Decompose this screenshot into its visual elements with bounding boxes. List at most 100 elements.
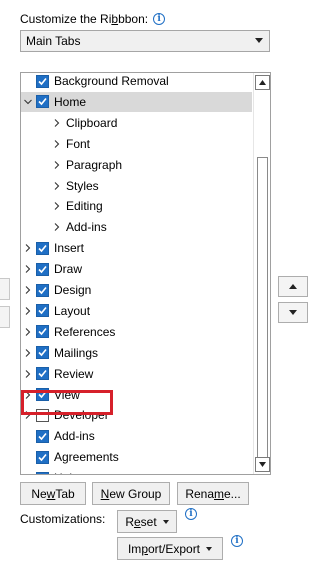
chevron-down-icon [255,38,263,43]
vertical-scrollbar[interactable] [253,73,270,474]
scroll-up-button[interactable] [255,75,270,90]
chevron-right-icon[interactable] [22,259,34,279]
tree-item-references[interactable]: References [21,322,252,342]
tree-item-add-ins[interactable]: Add-ins [21,217,252,237]
tree-item-label: Editing [66,199,103,214]
chevron-right-icon[interactable] [51,196,63,216]
chevron-right-icon[interactable] [22,343,34,363]
chevron-right-icon[interactable] [51,217,63,237]
tree-item-label: Design [54,283,92,297]
dropdown-value: Main Tabs [26,34,81,48]
scroll-down-button[interactable] [255,457,270,472]
customize-ribbon-accesskey: b [111,12,119,26]
tree-item-label: Help [54,471,79,474]
scroll-down-icon [259,462,266,467]
new-group-button[interactable]: New Group [92,482,170,505]
checkbox-checked[interactable] [36,95,49,109]
checkbox-checked[interactable] [36,262,49,276]
chevron-down-icon[interactable] [22,92,34,112]
tree-item-label: Agreements [54,450,119,465]
import-export-pre: Im [127,541,142,556]
tree-item-font[interactable]: Font [21,134,252,154]
chevron-right-icon[interactable] [51,155,63,175]
new-tab-key: w [46,486,56,501]
checkbox-checked[interactable] [36,283,49,297]
checkbox-checked[interactable] [36,367,49,381]
checkbox-checked[interactable] [36,450,49,464]
reset-pre: R [125,514,134,529]
tree-item-mailings[interactable]: Mailings [21,343,252,363]
chevron-right-icon[interactable] [51,113,63,133]
reset-info-icon[interactable]: i [185,508,197,520]
tree-item-label: Add-ins [54,429,95,444]
checkmark-icon [38,307,47,315]
reset-button[interactable]: Re set [117,510,177,533]
tree-item-insert[interactable]: Insert [21,238,252,258]
chevron-right-icon[interactable] [22,238,34,258]
scroll-up-icon [259,80,266,85]
checkmark-icon [38,453,47,461]
checkbox-checked[interactable] [36,325,49,339]
triangle-up-icon [289,284,297,289]
chevron-right-icon[interactable] [51,134,63,154]
chevron-right-icon[interactable] [22,301,34,321]
tree-item-editing[interactable]: Editing [21,196,252,216]
checkbox-checked[interactable] [36,346,49,360]
checkmark-icon [38,370,47,378]
tree-item-label: Styles [66,178,99,193]
checkbox-checked[interactable] [36,471,49,475]
tree-item-help[interactable]: Help [21,468,252,475]
tree-item-label: Mailings [54,345,99,360]
ribbon-tabs-dropdown[interactable]: Main Tabs [20,30,270,52]
rename-button[interactable]: Rena m e... [177,482,249,505]
customize-ribbon-label-prefix: Customize the Ri [20,12,112,26]
tree-item-clipboard[interactable]: Clipboard [21,113,252,133]
reset-key: e [133,514,141,529]
new-tab-button[interactable]: Ne w Tab [20,482,86,505]
chevron-right-icon[interactable] [51,176,63,196]
checkbox-checked[interactable] [36,429,49,443]
tree-item-styles[interactable]: Styles [21,176,252,196]
tree-item-design[interactable]: Design [21,280,252,300]
chevron-right-icon[interactable] [22,364,34,384]
info-icon[interactable]: i [153,13,166,25]
tree-item-label: Font [66,136,91,151]
tree-item-layout[interactable]: Layout [21,301,252,321]
chevron-right-icon[interactable] [22,468,34,474]
reset-post: set [140,514,157,529]
tree-item-review[interactable]: Review [21,364,252,384]
chevron-down-icon [206,546,213,551]
tree-item-label: Draw [54,262,83,277]
scrollbar-thumb[interactable] [257,157,268,458]
chevron-right-icon[interactable] [22,280,34,300]
import-export-button[interactable]: Im p ort/Export [117,537,223,560]
tree-item-agreements[interactable]: Agreements [21,447,252,467]
checkmark-icon [38,77,47,85]
rename-pre: Rena [185,486,214,501]
checkmark-icon [38,474,47,475]
tree-item-background-removal[interactable]: Background Removal [21,73,252,91]
tree-item-draw[interactable]: Draw [21,259,252,279]
partial-left-button[interactable] [0,278,10,300]
import-export-info-icon[interactable]: i [231,535,243,547]
tree-item-paragraph[interactable]: Paragraph [21,155,252,175]
tree-item-label: Add-ins [66,220,107,235]
new-group-key: N [100,486,110,501]
move-down-button[interactable] [278,302,308,323]
tree-item-add-ins[interactable]: Add-ins [21,426,252,446]
checkbox-checked[interactable] [36,74,49,88]
move-up-button[interactable] [278,276,308,297]
tree-item-home[interactable]: Home [21,91,252,112]
partial-left-button-2[interactable] [0,306,10,328]
tree-item-label: Background Removal [54,74,169,88]
checkbox-checked[interactable] [36,304,49,318]
tree-item-label: References [54,324,116,339]
tree-item-label: Clipboard [66,115,118,130]
chevron-down-icon [162,519,169,524]
customizations-label: Customizations: [20,512,106,526]
checkbox-checked[interactable] [36,241,49,255]
tree-item-label: Home [54,94,87,109]
chevron-right-icon[interactable] [22,322,34,342]
